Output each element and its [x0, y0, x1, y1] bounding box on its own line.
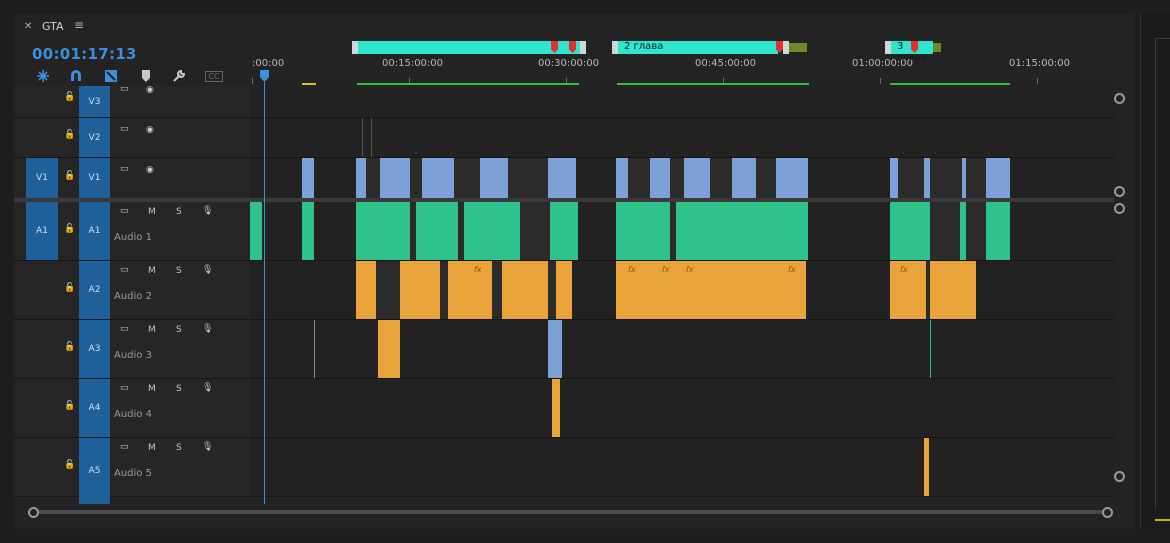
- toggle-sync-icon[interactable]: ▭: [120, 265, 129, 275]
- audio-clip[interactable]: [924, 438, 929, 496]
- wrench-settings-icon[interactable]: [171, 68, 187, 84]
- video-clip[interactable]: [302, 158, 314, 198]
- lock-icon[interactable]: 🔓: [64, 92, 75, 102]
- track-name: Audio 4: [114, 409, 152, 420]
- mute-button[interactable]: M: [148, 443, 156, 453]
- target-a3[interactable]: A3: [79, 320, 110, 378]
- audio-clip[interactable]: [378, 320, 400, 378]
- playhead-timecode[interactable]: 00:01:17:13: [32, 45, 137, 63]
- microphone-icon[interactable]: 🎙: [202, 442, 213, 452]
- eye-icon[interactable]: ◉: [146, 165, 154, 175]
- ruler-label-75: 01:15:00:00: [1009, 58, 1071, 69]
- toggle-sync-icon[interactable]: ▭: [120, 164, 129, 174]
- mute-button[interactable]: M: [148, 207, 156, 217]
- toggle-sync-icon[interactable]: ▭: [120, 124, 129, 134]
- target-a4[interactable]: A4: [79, 379, 110, 437]
- microphone-icon[interactable]: 🎙: [202, 383, 213, 393]
- video-audio-divider[interactable]: [14, 198, 1114, 202]
- microphone-icon[interactable]: 🎙: [202, 265, 213, 275]
- lock-icon[interactable]: 🔓: [64, 224, 75, 234]
- track-v3: V3 🔓 ▭ ◉: [14, 86, 1114, 118]
- solo-button[interactable]: S: [176, 443, 182, 453]
- green-marker[interactable]: [789, 43, 807, 52]
- track-area: V3 🔓 ▭ ◉ V2 🔓 ▭ ◉ V1 V1 🔓 ▭ ◉ A1 A1 🔓 ▭ …: [14, 86, 1114, 504]
- insert-nest-icon[interactable]: [35, 68, 51, 84]
- eye-icon[interactable]: ◉: [146, 86, 154, 95]
- snap-magnet-icon[interactable]: [68, 68, 84, 84]
- track-a3: A3 🔓 ▭ M S 🎙 Audio 3: [14, 320, 1114, 379]
- audio-clip[interactable]: [548, 320, 562, 378]
- mute-button[interactable]: M: [148, 266, 156, 276]
- captions-icon[interactable]: CC: [205, 68, 223, 84]
- ruler-label-0: :00:00: [252, 58, 285, 69]
- track-a2: A2 🔓 ▭ M S 🎙 Audio 2 fx fx fx fx fx fx: [14, 261, 1114, 320]
- panel-menu-icon[interactable]: ≡: [74, 18, 84, 32]
- zoom-right-handle[interactable]: [1102, 507, 1113, 518]
- track-name: Audio 3: [114, 350, 152, 361]
- audio-clip[interactable]: [616, 261, 806, 319]
- track-name: Audio 2: [114, 291, 152, 302]
- track-a4: A4 🔓 ▭ M S 🎙 Audio 4: [14, 379, 1114, 438]
- toggle-sync-icon[interactable]: ▭: [120, 324, 129, 334]
- track-v2: V2 🔓 ▭ ◉: [14, 118, 1114, 158]
- target-a5[interactable]: A5: [79, 438, 110, 504]
- target-a2[interactable]: A2: [79, 261, 110, 319]
- green-marker[interactable]: [933, 43, 941, 52]
- ruler-label-15: 00:15:00:00: [382, 58, 444, 69]
- chapter-1-end[interactable]: [580, 41, 586, 54]
- source-v1[interactable]: V1: [26, 158, 58, 198]
- adjacent-panel: [1140, 14, 1170, 529]
- solo-button[interactable]: S: [176, 384, 182, 394]
- track-name: Audio 5: [114, 468, 152, 479]
- toggle-sync-icon[interactable]: ▭: [120, 206, 129, 216]
- lock-icon[interactable]: 🔓: [64, 130, 75, 140]
- source-a1[interactable]: A1: [26, 202, 58, 260]
- linked-selection-icon[interactable]: [103, 68, 119, 84]
- ruler-label-30: 00:30:00:00: [538, 58, 600, 69]
- lock-icon[interactable]: 🔓: [64, 460, 75, 470]
- target-a1[interactable]: A1: [79, 202, 110, 260]
- close-tab-icon[interactable]: ✕: [24, 21, 32, 32]
- mute-button[interactable]: M: [148, 384, 156, 394]
- sequence-tab-title[interactable]: GTA: [42, 20, 64, 33]
- audio-clip[interactable]: [302, 202, 314, 260]
- chapter-2-marker[interactable]: 2 глава: [618, 41, 778, 54]
- toggle-sync-icon[interactable]: ▭: [120, 442, 129, 452]
- track-name: Audio 1: [114, 232, 152, 243]
- v-scroll-bottom-handle[interactable]: [1114, 186, 1125, 197]
- lock-icon[interactable]: 🔓: [64, 171, 75, 181]
- solo-button[interactable]: S: [176, 207, 182, 217]
- audio-clip[interactable]: [616, 202, 808, 260]
- chapter-1-marker[interactable]: [358, 41, 580, 54]
- audio-scroll-bottom-handle[interactable]: [1114, 471, 1125, 482]
- solo-button[interactable]: S: [176, 325, 182, 335]
- audio-clip[interactable]: [552, 379, 560, 437]
- toggle-sync-icon[interactable]: ▭: [120, 383, 129, 393]
- eye-icon[interactable]: ◉: [146, 125, 154, 135]
- audio-clip[interactable]: [250, 202, 262, 260]
- microphone-icon[interactable]: 🎙: [202, 324, 213, 334]
- track-v1: V1 V1 🔓 ▭ ◉: [14, 158, 1114, 199]
- microphone-icon[interactable]: 🎙: [202, 206, 213, 216]
- horizontal-zoom-scrollbar[interactable]: [28, 507, 1113, 518]
- toggle-sync-icon[interactable]: ▭: [120, 86, 129, 94]
- v-scroll-top-handle[interactable]: [1114, 93, 1125, 104]
- zoom-left-handle[interactable]: [28, 507, 39, 518]
- target-v3[interactable]: V3: [79, 86, 110, 117]
- lock-icon[interactable]: 🔓: [64, 283, 75, 293]
- add-marker-icon[interactable]: [138, 68, 154, 84]
- lock-icon[interactable]: 🔓: [64, 401, 75, 411]
- solo-button[interactable]: S: [176, 266, 182, 276]
- ruler-label-45: 00:45:00:00: [695, 58, 757, 69]
- playhead-line: [264, 82, 265, 504]
- mute-button[interactable]: M: [148, 325, 156, 335]
- target-v1[interactable]: V1: [79, 158, 110, 198]
- track-a5: A5 🔓 ▭ M S 🎙 Audio 5: [14, 438, 1114, 504]
- lock-icon[interactable]: 🔓: [64, 342, 75, 352]
- audio-scroll-top-handle[interactable]: [1114, 203, 1125, 214]
- track-a1: A1 A1 🔓 ▭ M S 🎙 Audio 1: [14, 202, 1114, 261]
- target-v2[interactable]: V2: [79, 118, 110, 157]
